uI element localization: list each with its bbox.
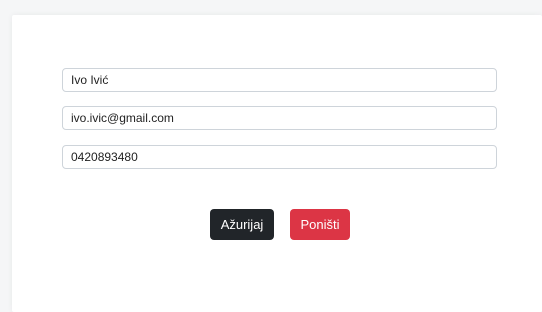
edit-user-card: Ažurijaj Poništi xyxy=(12,15,542,312)
name-input[interactable] xyxy=(62,68,497,92)
phone-input[interactable] xyxy=(62,145,497,169)
update-button[interactable]: Ažurijaj xyxy=(210,209,274,240)
email-input[interactable] xyxy=(62,106,497,130)
cancel-button[interactable]: Poništi xyxy=(290,209,350,240)
